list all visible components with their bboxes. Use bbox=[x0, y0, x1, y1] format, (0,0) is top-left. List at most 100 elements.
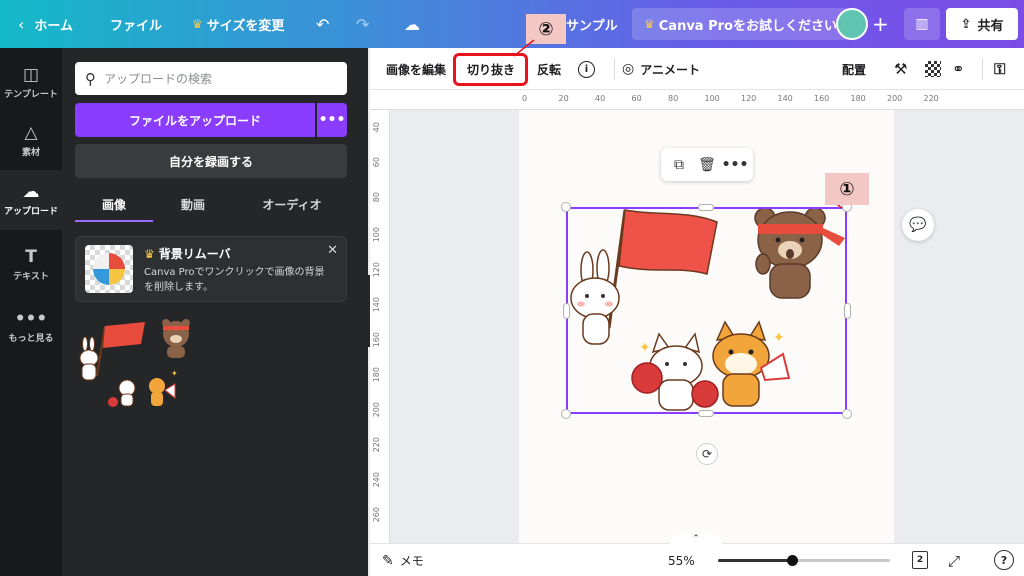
try-pro-button[interactable]: ♛ Canva Proをお試しください bbox=[632, 8, 849, 40]
more-options-button[interactable]: ••• bbox=[721, 148, 749, 181]
paint-roller-button[interactable]: ⚒ bbox=[894, 48, 907, 90]
file-menu[interactable]: ファイル bbox=[110, 0, 162, 48]
undo-button[interactable]: ↶ bbox=[316, 0, 329, 48]
link-icon: ⚭ bbox=[952, 60, 965, 78]
duplicate-icon: ⧉ bbox=[674, 156, 684, 173]
link-button[interactable]: ⚭ bbox=[952, 48, 965, 90]
ruler-tick-label: 260 bbox=[372, 507, 381, 523]
ruler-tick-label: 80 bbox=[668, 94, 679, 103]
resize-button[interactable]: ♛ サイズを変更 bbox=[192, 0, 284, 48]
crown-icon: ♛ bbox=[144, 247, 155, 261]
add-member-button[interactable]: + bbox=[872, 0, 889, 48]
ruler-tick-label: 140 bbox=[777, 94, 793, 103]
ruler-tick-label: 200 bbox=[372, 402, 381, 418]
rail-item-more[interactable]: ••• もっと見る bbox=[0, 298, 62, 356]
toolbar-divider bbox=[982, 58, 983, 80]
toolbar-divider bbox=[614, 58, 615, 80]
upload-files-button[interactable]: ファイルをアップロード bbox=[75, 103, 315, 137]
bottom-bar: ✎ メモ ⌃ 55% 2 ⤢ ? bbox=[370, 534, 1024, 576]
ruler-tick-label: 60 bbox=[372, 157, 381, 168]
upload-icon: ☁ bbox=[22, 182, 40, 202]
ruler-tick-label: 60 bbox=[631, 94, 642, 103]
help-button[interactable]: ? bbox=[994, 550, 1014, 570]
uploaded-image-thumbnail[interactable]: ✦ bbox=[75, 316, 205, 416]
design-title[interactable]: サンプル bbox=[566, 0, 618, 48]
upload-more-button[interactable]: ••• bbox=[317, 103, 347, 137]
search-input[interactable]: ⚲ アップロードの検索 bbox=[75, 62, 347, 95]
promo-title: ♛ 背景リムーバ bbox=[144, 245, 231, 262]
pages-button[interactable]: 2 bbox=[912, 551, 928, 569]
transparency-icon bbox=[925, 61, 941, 77]
close-icon[interactable]: ✕ bbox=[327, 243, 338, 258]
resize-handle-top-left[interactable] bbox=[561, 202, 571, 212]
rotate-handle[interactable]: ⟳ bbox=[696, 443, 718, 465]
duplicate-button[interactable]: ⧉ bbox=[665, 148, 693, 181]
cloud-save-button[interactable]: ☁ bbox=[404, 0, 420, 48]
ruler-tick-label: 140 bbox=[372, 297, 381, 313]
resize-handle-bottom[interactable] bbox=[698, 410, 714, 417]
rail-label: 素材 bbox=[21, 148, 40, 158]
ruler-tick-label: 240 bbox=[372, 472, 381, 488]
rail-label: もっと見る bbox=[8, 334, 54, 344]
home-label: ホーム bbox=[34, 18, 74, 34]
insights-button[interactable]: ▥ bbox=[904, 8, 940, 40]
record-yourself-button[interactable]: 自分を録画する bbox=[75, 144, 347, 178]
ruler-tick-label: 100 bbox=[372, 227, 381, 243]
tab-videos[interactable]: 動画 bbox=[154, 196, 232, 222]
rotate-icon: ⟳ bbox=[701, 447, 713, 461]
share-label: 共有 bbox=[977, 18, 1004, 34]
tab-audio[interactable]: オーディオ bbox=[242, 196, 342, 222]
fullscreen-button[interactable]: ⤢ bbox=[948, 544, 960, 576]
rail-label: テンプレート bbox=[4, 90, 58, 100]
horizontal-ruler: 0 20 40 60 80 100 120 140 160 180 200 220 bbox=[370, 90, 1024, 110]
ruler-tick-label: 40 bbox=[372, 122, 381, 133]
share-button[interactable]: ⇪ 共有 bbox=[946, 8, 1018, 40]
edit-image-button[interactable]: 画像を編集 bbox=[386, 48, 446, 90]
info-button[interactable]: i bbox=[578, 48, 595, 90]
rail-item-text[interactable]: T テキスト bbox=[0, 236, 62, 294]
lock-button[interactable]: ⚿ bbox=[994, 48, 1005, 90]
animate-icon: ◎ bbox=[622, 61, 635, 77]
zoom-slider[interactable] bbox=[718, 555, 890, 566]
trash-icon: 🗑 bbox=[698, 156, 716, 173]
flip-button[interactable]: 反転 bbox=[537, 48, 561, 90]
ruler-tick-label: 100 bbox=[704, 94, 720, 103]
elements-icon: △ bbox=[24, 123, 38, 143]
resize-handle-right[interactable] bbox=[844, 303, 851, 319]
crown-icon: ♛ bbox=[192, 17, 203, 31]
delete-button[interactable]: 🗑 bbox=[693, 148, 721, 181]
promo-description: Canva Proでワンクリックで画像の背景を削除します。 bbox=[144, 267, 325, 293]
notes-label: メモ bbox=[399, 554, 424, 568]
resize-handle-left[interactable] bbox=[563, 303, 570, 319]
redo-button[interactable]: ↷ bbox=[356, 0, 369, 48]
animate-button[interactable]: ◎ アニメート bbox=[622, 48, 700, 90]
background-remover-promo[interactable]: ♛ 背景リムーバ Canva Proでワンクリックで画像の背景を削除します。 ✕ bbox=[75, 236, 347, 302]
zoom-slider-thumb[interactable] bbox=[787, 555, 798, 566]
rail-item-uploads[interactable]: ☁ アップロード bbox=[0, 170, 62, 230]
magic-comment-button[interactable]: 💬 bbox=[902, 209, 934, 241]
top-bar: ‹ ホーム ファイル ♛ サイズを変更 ↶ ↷ ☁ サンプル ♛ Canva P… bbox=[0, 0, 1024, 48]
home-button[interactable]: ‹ ホーム bbox=[18, 0, 73, 48]
resize-handle-bottom-left[interactable] bbox=[561, 409, 571, 419]
tab-images[interactable]: 画像 bbox=[75, 196, 153, 222]
info-icon: i bbox=[578, 60, 595, 78]
chart-icon: ▥ bbox=[915, 16, 929, 32]
undo-icon: ↶ bbox=[316, 14, 330, 34]
rail-item-templates[interactable]: ◫ テンプレート bbox=[0, 54, 62, 112]
chevron-left-icon: ‹ bbox=[18, 14, 25, 34]
resize-handle-top[interactable] bbox=[698, 204, 714, 211]
notes-button[interactable]: ✎ メモ bbox=[382, 544, 424, 576]
ruler-tick-label: 20 bbox=[558, 94, 569, 103]
rail-item-elements[interactable]: △ 素材 bbox=[0, 112, 62, 170]
ruler-tick-label: 200 bbox=[887, 94, 903, 103]
rail-label: テキスト bbox=[13, 272, 49, 282]
ruler-tick-label: 220 bbox=[372, 437, 381, 453]
arrange-button[interactable]: 配置 bbox=[842, 48, 866, 90]
ruler-tick-label: 160 bbox=[372, 332, 381, 348]
resize-handle-bottom-right[interactable] bbox=[842, 409, 852, 419]
element-floating-toolbar: ⧉ 🗑 ••• bbox=[661, 148, 753, 181]
transparency-button[interactable] bbox=[925, 48, 941, 90]
zoom-percentage[interactable]: 55% bbox=[668, 544, 695, 576]
avatar[interactable] bbox=[836, 8, 868, 40]
resize-label: サイズを変更 bbox=[206, 18, 285, 34]
